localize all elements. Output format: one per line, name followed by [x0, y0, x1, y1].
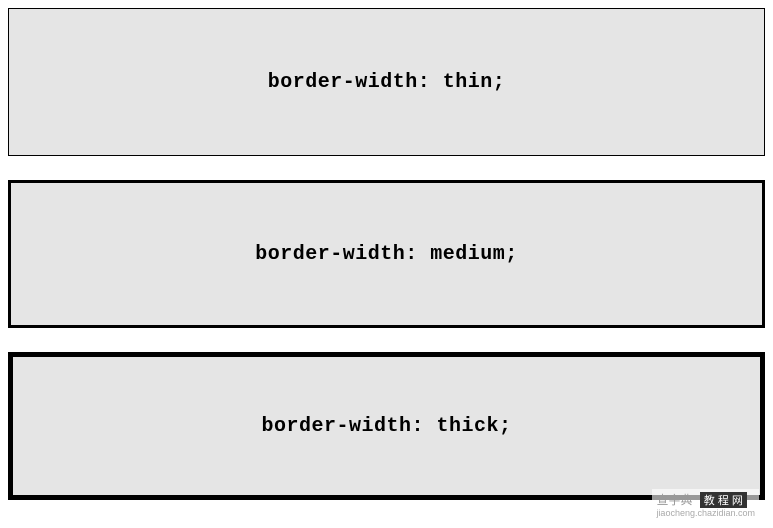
- watermark-middle: 教 程 网: [700, 492, 747, 508]
- watermark-url: jiaocheng.chazidian.com: [656, 508, 755, 518]
- demo-box-thin: border-width: thin;: [8, 8, 765, 156]
- demo-label-medium: border-width: medium;: [255, 243, 518, 266]
- watermark: 查字典 教 程 网 jiaocheng.chazidian.com: [652, 489, 759, 520]
- demo-label-thin: border-width: thin;: [268, 71, 506, 94]
- watermark-left: 查字典: [656, 493, 692, 507]
- demo-label-thick: border-width: thick;: [261, 415, 511, 438]
- demo-box-thick: border-width: thick;: [8, 352, 765, 500]
- demo-box-medium: border-width: medium;: [8, 180, 765, 328]
